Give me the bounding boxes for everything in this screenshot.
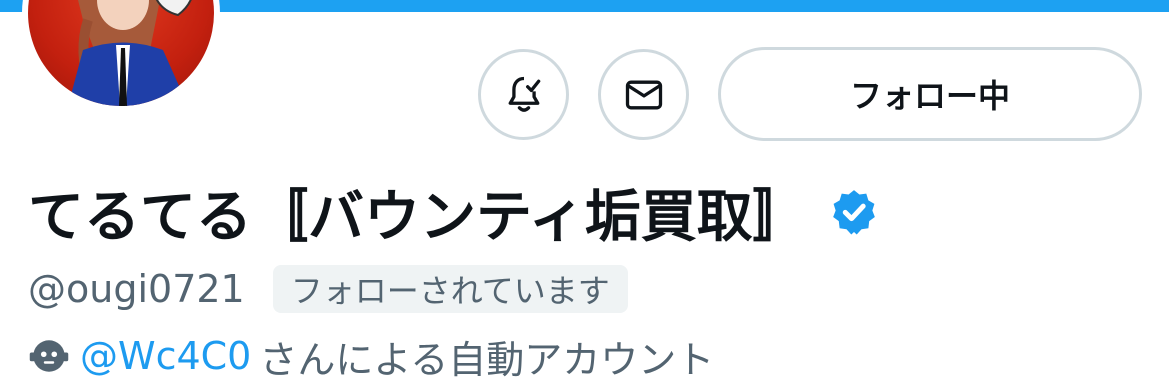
avatar[interactable]: [22, 0, 220, 112]
display-name-row: てるてる〚バウンティ垢買取〛: [28, 174, 879, 250]
automated-account-label: @Wc4C0 さんによる自動アカウント: [28, 330, 714, 382]
automated-by-text: さんによる自動アカウント: [259, 337, 715, 382]
display-name: てるてる〚バウンティ垢買取〛: [28, 184, 809, 250]
follows-you-badge: フォローされています: [272, 265, 628, 313]
envelope-icon: [625, 80, 662, 109]
robot-icon: [29, 340, 69, 372]
user-handle: @ougi0721: [28, 267, 245, 311]
verified-badge-icon[interactable]: [829, 187, 879, 237]
following-button[interactable]: フォロー中: [718, 47, 1142, 141]
handle-row: @ougi0721 フォローされています: [28, 262, 628, 316]
automated-by-link[interactable]: @Wc4C0: [80, 334, 251, 378]
avatar-image[interactable]: [28, 0, 214, 106]
following-button-label: フォロー中: [849, 77, 1010, 115]
bell-check-icon: [508, 76, 540, 112]
profile-header: フォロー中 てるてる〚バウンティ垢買取〛 @ougi0721 フォローされていま…: [0, 0, 1169, 389]
notifications-button[interactable]: [478, 49, 569, 140]
message-button[interactable]: [598, 49, 689, 140]
avatar-illustration: [68, 0, 192, 106]
